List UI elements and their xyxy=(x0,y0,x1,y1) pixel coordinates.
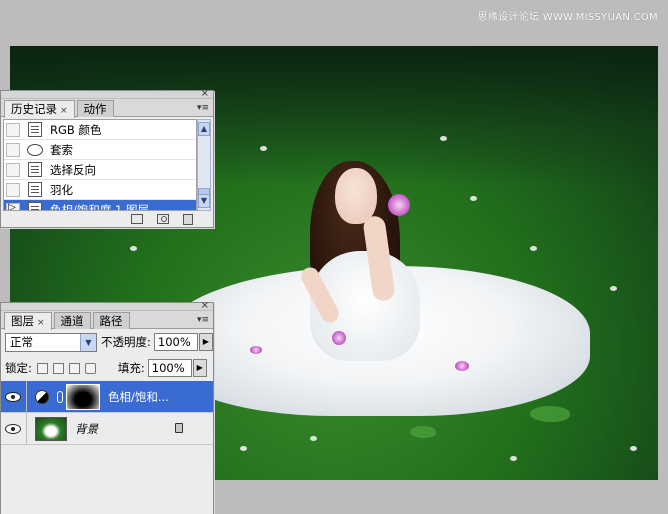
chevron-down-icon[interactable]: ▼ xyxy=(80,333,96,351)
eye-icon[interactable] xyxy=(5,391,21,402)
lock-all-icon[interactable] xyxy=(84,362,96,374)
history-panel-tabs: 历史记录 × 动作 ▾≡ xyxy=(1,99,213,118)
fill-input[interactable]: 100% xyxy=(147,359,192,377)
history-source-checkbox[interactable] xyxy=(6,182,20,197)
layer-row-hue-saturation[interactable]: 色相/饱和... xyxy=(1,380,213,413)
opacity-input[interactable]: 100% xyxy=(153,333,198,351)
petal xyxy=(440,136,447,141)
tab-channels[interactable]: 通道 xyxy=(53,312,91,329)
history-source-checkbox[interactable] xyxy=(6,122,20,137)
history-scrollbar[interactable]: ▲ ▼ xyxy=(197,119,211,211)
lasso-icon xyxy=(27,143,43,156)
petal xyxy=(130,246,137,251)
panel-menu-icon[interactable]: ▾≡ xyxy=(197,315,209,325)
history-list: RGB 颜色 套索 选择反向 羽化 色相/饱和度 1 图层 xyxy=(3,119,197,211)
hair-flower xyxy=(388,194,410,216)
leaf xyxy=(410,426,436,438)
lock-icon xyxy=(175,423,183,433)
petal xyxy=(510,456,517,461)
history-item-label: 羽化 xyxy=(50,182,73,197)
history-item[interactable]: 套索 xyxy=(4,140,196,160)
tab-label: 路径 xyxy=(99,314,123,328)
petal xyxy=(530,246,537,251)
document-icon xyxy=(28,162,42,177)
history-item[interactable]: RGB 颜色 xyxy=(4,120,196,140)
panel-menu-icon[interactable]: ▾≡ xyxy=(197,103,209,113)
scroll-up-icon[interactable]: ▲ xyxy=(198,122,210,136)
history-item-label: 色相/饱和度 1 图层 xyxy=(50,202,150,211)
petal xyxy=(310,436,317,441)
layer-row-background[interactable]: 背景 xyxy=(1,412,213,445)
adjustment-layer-icon xyxy=(35,389,49,404)
tab-label: 历史记录 xyxy=(11,102,57,116)
fill-label: 填充: xyxy=(117,361,145,375)
petal xyxy=(260,146,267,151)
lock-pixels-brush-icon[interactable] xyxy=(52,362,64,374)
layer-thumbnail[interactable] xyxy=(35,416,67,441)
layer-mask-thumbnail[interactable] xyxy=(66,383,100,410)
blend-mode-select[interactable]: 正常 ▼ xyxy=(5,332,97,352)
history-source-checkbox[interactable] xyxy=(6,202,20,210)
petal-pink xyxy=(455,361,469,371)
tab-layers[interactable]: 图层 × xyxy=(4,312,52,330)
scroll-down-icon[interactable]: ▼ xyxy=(198,194,210,208)
blend-opacity-row: 正常 ▼ 不透明度: 100% ▶ xyxy=(5,332,213,352)
link-chain-icon[interactable] xyxy=(57,390,63,403)
tab-label: 通道 xyxy=(60,314,84,328)
history-item-label: RGB 颜色 xyxy=(50,122,102,137)
history-item[interactable]: 选择反向 xyxy=(4,160,196,180)
opacity-label: 不透明度: xyxy=(101,335,151,349)
petal xyxy=(240,446,247,451)
tab-actions[interactable]: 动作 xyxy=(76,100,114,117)
column-divider xyxy=(26,412,27,445)
fill-slider-arrow-icon[interactable]: ▶ xyxy=(192,359,207,377)
layers-panel: × 图层 × 通道 路径 ▾≡ 正常 ▼ 不透明度: 100% ▶ 锁定: 填充:… xyxy=(0,300,214,514)
column-divider xyxy=(26,380,27,413)
tab-close-icon[interactable]: × xyxy=(37,318,45,328)
history-item-label: 选择反向 xyxy=(50,162,96,177)
history-source-checkbox[interactable] xyxy=(6,142,20,157)
petal xyxy=(470,196,477,201)
layers-panel-titlebar[interactable]: × xyxy=(1,300,213,311)
opacity-slider-arrow-icon[interactable]: ▶ xyxy=(198,333,213,351)
tab-paths[interactable]: 路径 xyxy=(92,312,130,329)
tab-close-icon[interactable]: × xyxy=(60,106,68,116)
leaf xyxy=(530,406,570,422)
history-footer xyxy=(1,211,213,227)
layer-name[interactable]: 色相/饱和... xyxy=(108,389,169,405)
trash-icon[interactable] xyxy=(183,213,193,225)
tab-label: 图层 xyxy=(11,314,34,328)
document-icon xyxy=(28,122,42,137)
history-item[interactable]: 羽化 xyxy=(4,180,196,200)
lock-transparency-icon[interactable] xyxy=(36,362,48,374)
petal-pink xyxy=(250,346,262,354)
petal xyxy=(630,446,637,451)
history-panel: × 历史记录 × 动作 ▾≡ RGB 颜色 套索 选择反向 羽化 ▷ 色相/饱和… xyxy=(0,88,214,228)
layer-name[interactable]: 背景 xyxy=(75,421,98,437)
petal xyxy=(610,286,617,291)
lock-label: 锁定: xyxy=(5,361,32,375)
tab-history[interactable]: 历史记录 × xyxy=(4,100,75,118)
history-panel-titlebar[interactable]: × xyxy=(1,88,213,99)
document-icon xyxy=(28,202,42,210)
history-item-label: 套索 xyxy=(50,142,73,157)
snapshot-camera-icon[interactable] xyxy=(157,214,169,224)
layer-list: 色相/饱和... 背景 xyxy=(1,380,213,514)
blend-mode-value: 正常 xyxy=(10,334,33,349)
hand-flower xyxy=(332,331,346,345)
history-item-selected[interactable]: 色相/饱和度 1 图层 xyxy=(4,200,196,211)
document-icon xyxy=(28,182,42,197)
lock-position-move-icon[interactable] xyxy=(68,362,80,374)
tab-label: 动作 xyxy=(83,102,107,116)
lock-fill-row: 锁定: 填充: 100% ▶ xyxy=(5,358,207,378)
layers-panel-tabs: 图层 × 通道 路径 ▾≡ xyxy=(1,311,213,330)
face xyxy=(335,168,377,224)
eye-icon[interactable] xyxy=(5,423,21,434)
new-document-icon[interactable] xyxy=(131,214,143,224)
history-source-checkbox[interactable] xyxy=(6,162,20,177)
watermark-text: 思缘设计论坛 WWW.MISSYUAN.COM xyxy=(477,12,658,23)
